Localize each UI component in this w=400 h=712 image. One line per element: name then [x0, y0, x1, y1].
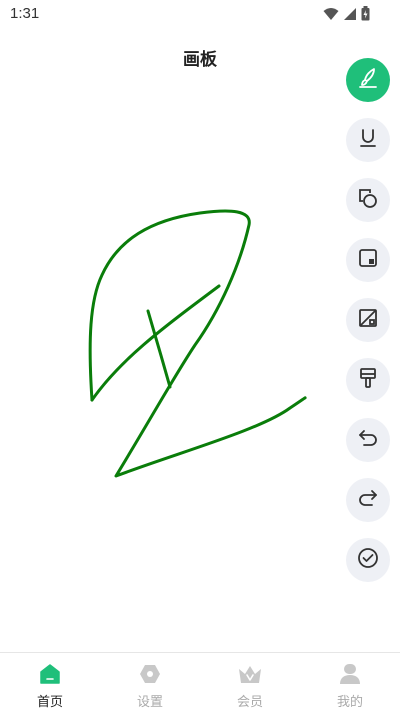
confirm-button[interactable]: [346, 538, 390, 582]
wifi-icon: [323, 6, 339, 25]
nav-label-settings: 设置: [136, 695, 163, 710]
underline-icon: [356, 126, 380, 154]
shape-tool-button[interactable]: [346, 178, 390, 222]
check-circle-icon: [356, 546, 380, 574]
battery-icon: [361, 6, 370, 25]
redo-button[interactable]: [346, 478, 390, 522]
nav-item-home[interactable]: 首页: [0, 653, 100, 712]
bottom-nav: 首页 设置 会员 我的: [0, 652, 400, 712]
brush-icon: [356, 66, 380, 94]
slash-square-tool-button[interactable]: [346, 298, 390, 342]
fill-square-tool-button[interactable]: [346, 238, 390, 282]
drawn-stroke-leaf: [88, 209, 307, 478]
paint-roller-tool-button[interactable]: [346, 358, 390, 402]
nav-item-settings[interactable]: 设置: [100, 653, 200, 712]
user-icon: [337, 661, 363, 687]
nav-label-membership: 会员: [236, 695, 263, 710]
drawing-canvas[interactable]: [0, 90, 340, 650]
nav-item-profile[interactable]: 我的: [300, 653, 400, 712]
square-corner-icon: [356, 246, 380, 274]
nav-label-home: 首页: [36, 695, 63, 710]
drawn-stroke-cross-a: [90, 284, 221, 402]
underline-tool-button[interactable]: [346, 118, 390, 162]
signal-icon: [343, 6, 357, 25]
drawn-stroke-cross-b: [146, 309, 172, 389]
redo-icon: [356, 486, 380, 514]
status-bar: 1:31: [0, 0, 400, 28]
nav-label-profile: 我的: [336, 695, 363, 710]
undo-icon: [356, 426, 380, 454]
brush-tool-button[interactable]: [346, 58, 390, 102]
status-time: 1:31: [10, 5, 40, 22]
page-title: 画板: [183, 50, 217, 70]
status-icons: [323, 6, 370, 25]
settings-icon: [137, 661, 163, 687]
undo-button[interactable]: [346, 418, 390, 462]
nav-item-membership[interactable]: 会员: [200, 653, 300, 712]
crown-icon: [237, 661, 263, 687]
paint-roller-icon: [356, 366, 380, 394]
home-icon: [37, 661, 63, 687]
shapes-icon: [356, 186, 380, 214]
square-slash-icon: [356, 306, 380, 334]
